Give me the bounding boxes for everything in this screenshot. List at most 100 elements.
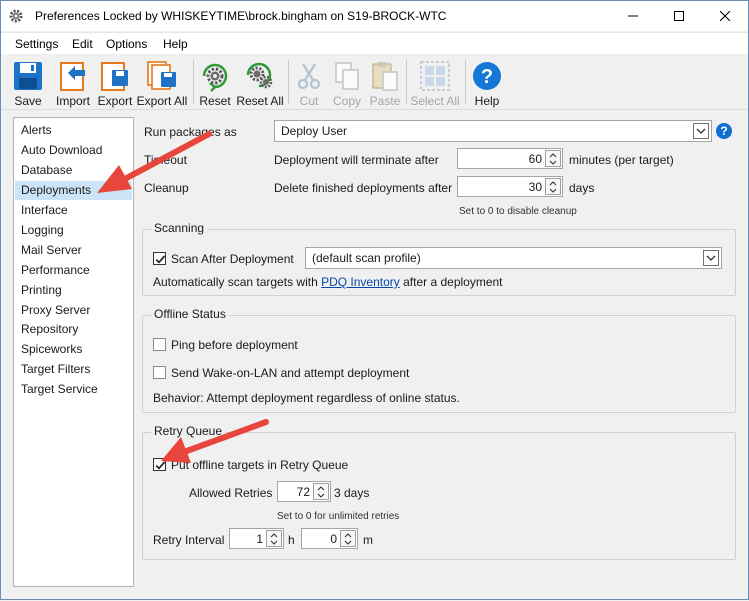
- retry-queue-title: Retry Queue: [151, 424, 226, 438]
- retry-minutes-value: 0: [330, 532, 337, 546]
- reset-all-label: Reset All: [236, 94, 284, 108]
- copy-button[interactable]: Copy: [329, 57, 365, 109]
- help-question-icon: ?: [473, 62, 501, 90]
- pdq-inventory-link[interactable]: PDQ Inventory: [321, 275, 400, 289]
- maximize-button[interactable]: [656, 1, 702, 31]
- gear-app-icon: [9, 9, 23, 23]
- sidebar-item-auto-download[interactable]: Auto Download: [15, 141, 132, 160]
- reset-label: Reset: [199, 94, 231, 108]
- title-bar: Preferences Locked by WHISKEYTIME\brock.…: [1, 1, 748, 31]
- scan-after-label[interactable]: Scan After Deployment: [171, 252, 294, 266]
- select-all-grid-icon: [420, 61, 450, 91]
- allowed-retries-label: Allowed Retries: [189, 486, 273, 500]
- sidebar-item-interface[interactable]: Interface: [15, 201, 132, 220]
- ping-label[interactable]: Ping before deployment: [171, 338, 298, 352]
- spin-arrows-icon[interactable]: [313, 483, 329, 500]
- sidebar-item-logging[interactable]: Logging: [15, 221, 132, 240]
- maximize-icon: [674, 11, 684, 21]
- menu-bar: Settings Edit Options Help: [1, 32, 748, 54]
- toolbar-separator: [288, 60, 289, 104]
- help-label: Help: [474, 94, 500, 108]
- timeout-description: Deployment will terminate after: [274, 153, 439, 167]
- allowed-retries-unit: 3 days: [334, 486, 370, 500]
- ping-checkbox[interactable]: [153, 338, 166, 351]
- spin-arrows-icon[interactable]: [340, 530, 356, 547]
- retry-minutes-stepper[interactable]: 0: [301, 528, 358, 549]
- help-button[interactable]: ? Help: [469, 57, 505, 109]
- scan-after-checkbox[interactable]: [153, 252, 166, 265]
- export-all-icon: [147, 61, 176, 90]
- toolbar-separator: [406, 60, 407, 104]
- export-icon: [101, 62, 128, 91]
- wake-on-lan-label[interactable]: Send Wake-on-LAN and attempt deployment: [171, 366, 409, 380]
- auto-scan-text: Automatically scan targets with PDQ Inve…: [153, 275, 503, 289]
- export-all-label: Export All: [136, 94, 188, 108]
- toolbar-separator: [465, 60, 466, 104]
- scan-profile-select[interactable]: (default scan profile): [305, 247, 722, 269]
- minimize-icon: [628, 15, 638, 17]
- paste-button[interactable]: Paste: [367, 57, 403, 109]
- menu-edit[interactable]: Edit: [72, 37, 93, 51]
- auto-scan-text-after: after a deployment: [399, 275, 503, 289]
- sidebar-item-target-service[interactable]: Target Service: [15, 380, 132, 399]
- reset-all-gears-icon: [246, 62, 273, 89]
- minimize-button[interactable]: [610, 1, 656, 31]
- import-button[interactable]: Import: [53, 57, 93, 109]
- cleanup-unit: days: [569, 181, 595, 195]
- timeout-stepper[interactable]: 60: [457, 148, 563, 169]
- sidebar-item-alerts[interactable]: Alerts: [15, 121, 132, 140]
- cut-label: Cut: [299, 94, 319, 108]
- put-offline-checkbox[interactable]: [153, 458, 166, 471]
- toolbar: Save Import Export Export All Reset Rese…: [1, 54, 748, 110]
- reset-all-button[interactable]: Reset All: [235, 57, 285, 109]
- sidebar-item-proxy-server[interactable]: Proxy Server: [15, 301, 132, 320]
- timeout-value: 60: [528, 152, 542, 166]
- sidebar-item-database[interactable]: Database: [15, 161, 132, 180]
- import-label: Import: [55, 94, 90, 108]
- auto-scan-text-before: Automatically scan targets with: [153, 275, 322, 289]
- menu-help[interactable]: Help: [163, 37, 188, 51]
- sidebar-item-target-filters[interactable]: Target Filters: [15, 360, 132, 379]
- run-packages-value: Deploy User: [281, 124, 348, 138]
- select-all-label: Select All: [410, 94, 460, 108]
- menu-settings[interactable]: Settings: [15, 37, 58, 51]
- preferences-sidebar: Alerts Auto Download Database Deployment…: [13, 117, 134, 587]
- select-all-button[interactable]: Select All: [409, 57, 461, 109]
- wake-on-lan-checkbox[interactable]: [153, 366, 166, 379]
- put-offline-label[interactable]: Put offline targets in Retry Queue: [171, 458, 348, 472]
- retry-hours-stepper[interactable]: 1: [229, 528, 284, 549]
- chevron-down-icon: [703, 250, 719, 266]
- checkmark-icon: [155, 255, 166, 264]
- sidebar-item-performance[interactable]: Performance: [15, 261, 132, 280]
- spin-arrows-icon[interactable]: [266, 530, 282, 547]
- scanning-title: Scanning: [151, 221, 208, 235]
- close-icon: [720, 11, 730, 21]
- export-all-button[interactable]: Export All: [135, 57, 189, 109]
- help-circle-icon[interactable]: ?: [716, 123, 732, 139]
- spin-arrows-icon[interactable]: [545, 178, 561, 195]
- sidebar-item-printing[interactable]: Printing: [15, 281, 132, 300]
- minutes-unit: m: [363, 533, 373, 547]
- cleanup-stepper[interactable]: 30: [457, 176, 563, 197]
- allowed-retries-stepper[interactable]: 72: [277, 481, 331, 502]
- sidebar-item-deployments[interactable]: Deployments: [15, 181, 132, 200]
- run-packages-select[interactable]: Deploy User: [274, 120, 712, 142]
- save-button[interactable]: Save: [8, 57, 48, 109]
- reset-button[interactable]: Reset: [197, 57, 233, 109]
- timeout-label: Timeout: [144, 153, 187, 167]
- export-button[interactable]: Export: [95, 57, 135, 109]
- cleanup-label: Cleanup: [144, 181, 189, 195]
- hours-unit: h: [288, 533, 295, 547]
- spin-arrows-icon[interactable]: [545, 150, 561, 167]
- run-packages-label: Run packages as: [144, 125, 237, 139]
- close-button[interactable]: [702, 1, 748, 31]
- sidebar-item-repository[interactable]: Repository: [15, 320, 132, 339]
- cut-button[interactable]: Cut: [292, 57, 326, 109]
- chevron-down-icon: [693, 123, 709, 139]
- retries-hint: Set to 0 for unlimited retries: [277, 511, 400, 522]
- menu-options[interactable]: Options: [106, 37, 147, 51]
- cleanup-hint: Set to 0 to disable cleanup: [459, 206, 577, 217]
- sidebar-item-spiceworks[interactable]: Spiceworks: [15, 340, 132, 359]
- sidebar-item-mail-server[interactable]: Mail Server: [15, 241, 132, 260]
- svg-text:?: ?: [481, 66, 493, 88]
